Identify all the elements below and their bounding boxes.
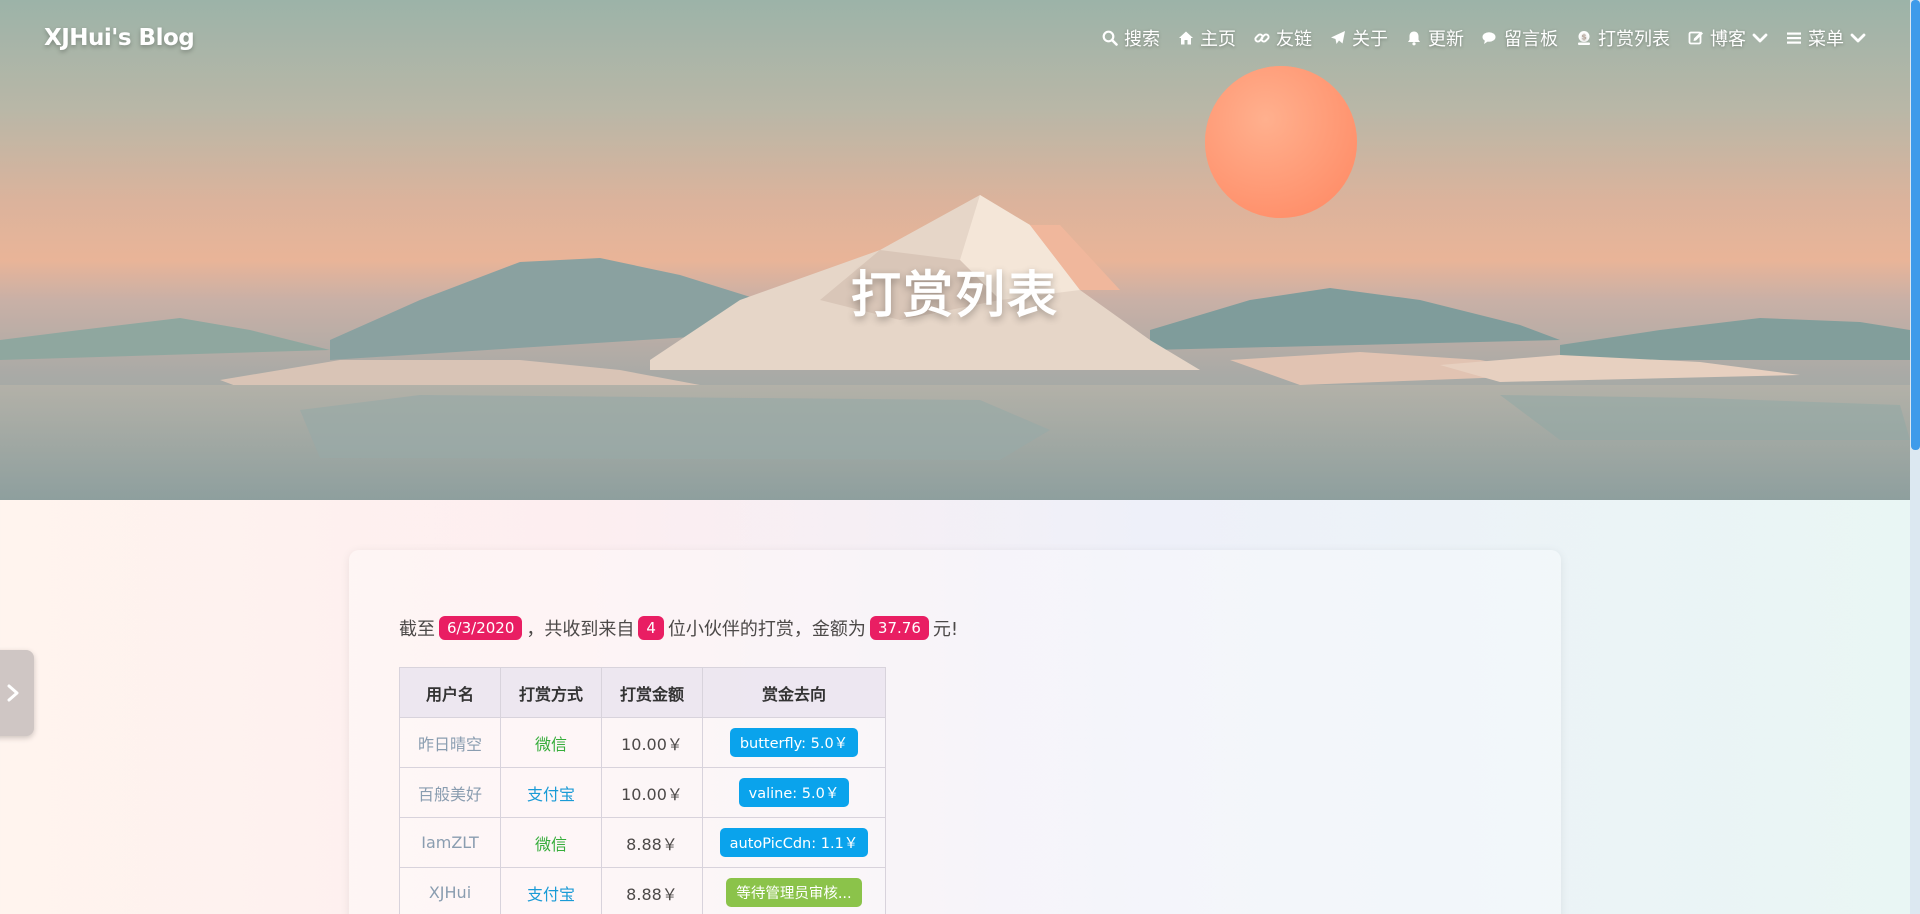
donor-name: XJHui [399, 867, 501, 914]
nav-item-about[interactable]: 关于 [1330, 25, 1388, 51]
link-icon [1254, 33, 1270, 43]
table-row: XJHui 支付宝 8.88￥ 等待管理员审核... [399, 867, 886, 914]
donor-name: 百般美好 [399, 767, 501, 818]
nav-item-menu[interactable]: 菜单 [1786, 25, 1866, 51]
content-card: 截至 6/3/2020 ，共收到来自 4 位小伙伴的打赏，金额为 37.76 元… [349, 550, 1561, 914]
paper-plane-icon [1331, 31, 1345, 44]
nav-item-home[interactable]: 主页 [1178, 25, 1236, 51]
destination-badge: butterfly: 5.0￥ [729, 728, 859, 757]
payment-method: 支付宝 [500, 767, 602, 818]
column-header-destination: 赏金去向 [702, 667, 886, 718]
comments-icon [1482, 32, 1496, 44]
destination-cell: autoPicCdn: 1.1￥ [702, 817, 886, 868]
site-brand[interactable]: XJHui's Blog [44, 25, 195, 51]
bars-icon [1787, 32, 1801, 44]
nav-label: 打赏列表 [1598, 29, 1670, 50]
nav-label: 菜单 [1808, 29, 1844, 50]
nav-item-search[interactable]: 搜索 [1102, 25, 1160, 51]
nav-label: 更新 [1428, 29, 1464, 50]
donation-amount: 8.88￥ [601, 817, 703, 868]
summary-prefix: 截至 [399, 619, 435, 640]
destination-cell: 等待管理员审核... [702, 867, 886, 914]
table-row: 百般美好 支付宝 10.00￥ valine: 5.0￥ [399, 767, 886, 818]
table-row: 昨日晴空 微信 10.00￥ butterfly: 5.0￥ [399, 717, 886, 768]
summary-count-badge: 4 [638, 616, 664, 640]
summary-suffix: 元! [932, 619, 959, 640]
hero-banner: XJHui's Blog 搜索 主页 友链 关于 更新 留言板 $ 打赏列表 博… [0, 0, 1910, 500]
nav-label: 友链 [1276, 29, 1312, 50]
destination-cell: valine: 5.0￥ [702, 767, 886, 818]
home-icon [1179, 31, 1193, 45]
payment-method: 支付宝 [500, 867, 602, 914]
donation-amount: 8.88￥ [601, 867, 703, 914]
column-header-amount: 打赏金额 [601, 667, 703, 718]
nav-item-updates[interactable]: 更新 [1406, 25, 1464, 51]
nav-item-links[interactable]: 友链 [1254, 25, 1312, 51]
summary-amount-badge: 37.76 [869, 616, 929, 640]
chevron-down-icon [1850, 33, 1866, 43]
donor-name: IamZLT [399, 817, 501, 868]
payment-method: 微信 [500, 817, 602, 868]
destination-cell: butterfly: 5.0￥ [702, 717, 886, 768]
nav-menu: 搜索 主页 友链 关于 更新 留言板 $ 打赏列表 博客 菜单 [1084, 25, 1866, 51]
edit-icon [1688, 31, 1703, 45]
search-icon [1102, 30, 1118, 46]
column-header-method: 打赏方式 [500, 667, 602, 718]
table-row: IamZLT 微信 8.88￥ autoPicCdn: 1.1￥ [399, 817, 886, 868]
summary-middle-2: 位小伙伴的打赏，金额为 [667, 619, 866, 640]
destination-badge: autoPicCdn: 1.1￥ [719, 828, 869, 857]
nav-label: 搜索 [1124, 29, 1160, 50]
page-title: 打赏列表 [851, 266, 1059, 324]
payment-method: 微信 [500, 717, 602, 768]
donation-amount: 10.00￥ [601, 717, 703, 768]
column-header-user: 用户名 [399, 667, 501, 718]
chevron-right-icon [7, 684, 19, 702]
table-header-row: 用户名 打赏方式 打赏金额 赏金去向 [399, 667, 886, 718]
scrollbar-thumb[interactable] [1911, 0, 1920, 450]
bell-icon [1408, 31, 1420, 46]
page-scrollbar[interactable] [1910, 0, 1920, 914]
summary-middle-1: ，共收到来自 [526, 619, 635, 640]
destination-badge: 等待管理员审核... [726, 878, 862, 907]
nav-label: 主页 [1200, 29, 1236, 50]
donation-table: 用户名 打赏方式 打赏金额 赏金去向 昨日晴空 微信 10.00￥ butter… [399, 667, 886, 914]
donation-amount: 10.00￥ [601, 767, 703, 818]
donor-name: 昨日晴空 [399, 717, 501, 768]
chevron-down-icon [1752, 33, 1768, 43]
nav-item-donations[interactable]: $ 打赏列表 [1576, 25, 1670, 51]
donation-summary: 截至 6/3/2020 ，共收到来自 4 位小伙伴的打赏，金额为 37.76 元… [399, 615, 958, 641]
nav-item-guestbook[interactable]: 留言板 [1482, 25, 1558, 51]
nav-label: 关于 [1352, 29, 1388, 50]
sidebar-toggle-button[interactable] [0, 650, 34, 736]
nav-label: 博客 [1710, 29, 1746, 50]
top-navbar: XJHui's Blog 搜索 主页 友链 关于 更新 留言板 $ 打赏列表 博… [0, 0, 1910, 76]
nav-label: 留言板 [1504, 29, 1558, 50]
summary-date-badge: 6/3/2020 [439, 616, 523, 640]
nav-item-blog[interactable]: 博客 [1688, 25, 1768, 51]
destination-badge: valine: 5.0￥ [738, 778, 850, 807]
donate-icon: $ [1578, 31, 1590, 45]
svg-text:$: $ [1581, 32, 1587, 41]
